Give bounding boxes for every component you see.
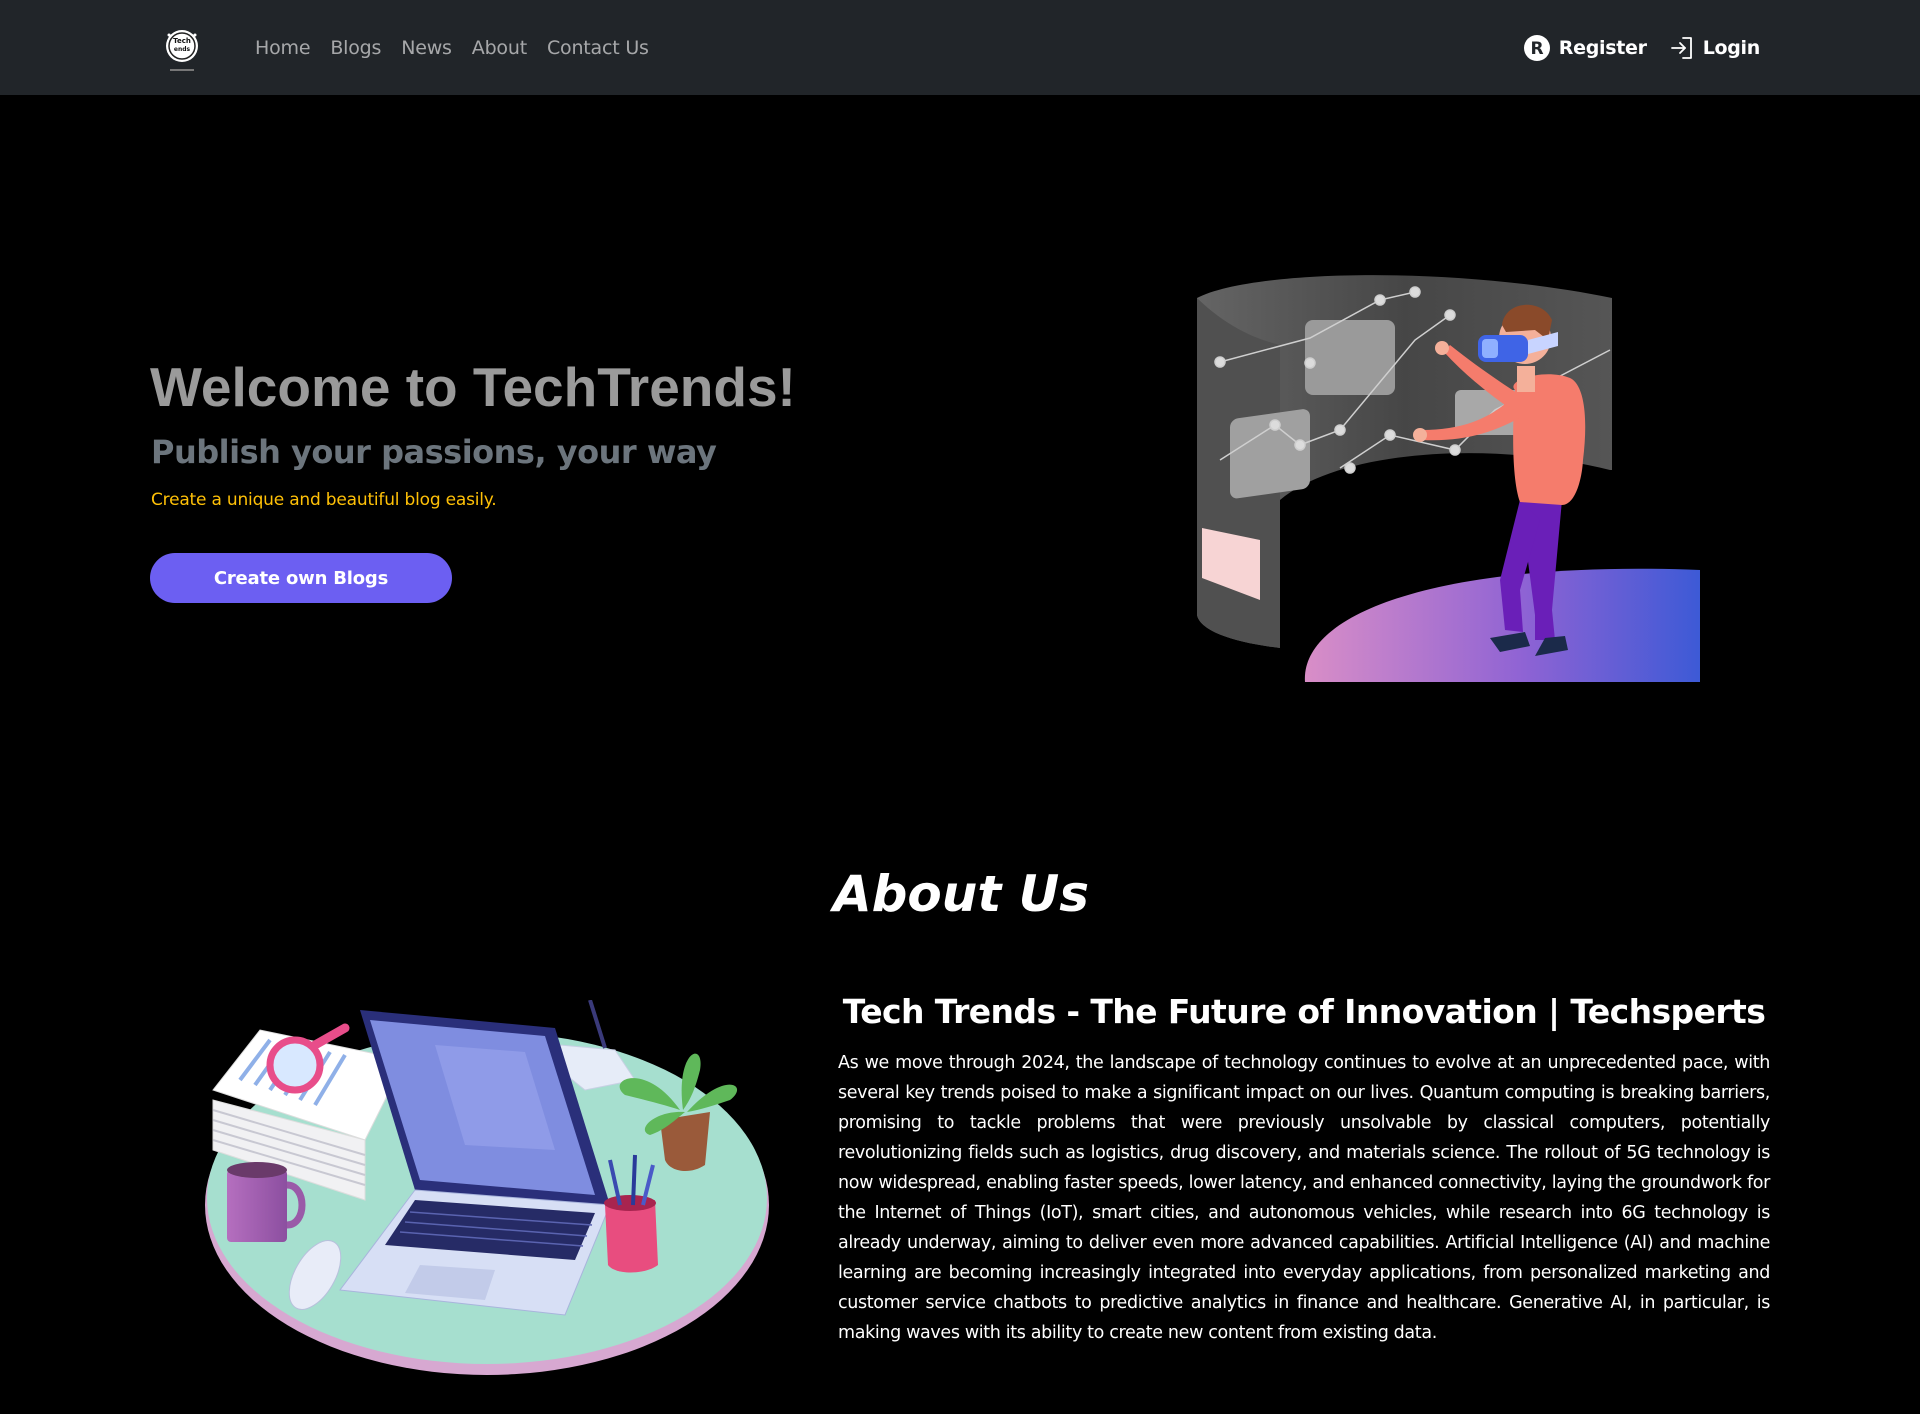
- login-arrow-icon: [1670, 36, 1692, 59]
- laptop-desk-illustration: [205, 1000, 769, 1375]
- nav-link-news[interactable]: News: [401, 37, 452, 59]
- register-r-icon: R: [1523, 34, 1550, 61]
- vr-person-illustration: [1197, 275, 1700, 682]
- register-label: Register: [1558, 36, 1647, 59]
- hero-subtitle: Publish your passions, your way: [151, 433, 717, 471]
- nav-link-contact-us[interactable]: Contact Us: [547, 37, 649, 59]
- svg-text:R: R: [1530, 39, 1543, 59]
- about-heading: About Us: [832, 865, 1090, 923]
- login-label: Login: [1702, 36, 1761, 59]
- svg-text:Tech: Tech: [173, 37, 191, 45]
- nav-links: Home Blogs News About Contact Us: [255, 0, 649, 95]
- hero-title: Welcome to TechTrends!: [150, 356, 796, 418]
- navbar: Tech ends Home Blogs News About Contact …: [0, 0, 1920, 95]
- nav-link-home[interactable]: Home: [255, 37, 311, 59]
- nav-link-about[interactable]: About: [472, 37, 527, 59]
- nav-link-blogs[interactable]: Blogs: [330, 37, 381, 59]
- register-button[interactable]: R Register: [1523, 34, 1647, 62]
- about-title: Tech Trends - The Future of Innovation |…: [842, 992, 1766, 1031]
- about-body-text: As we move through 2024, the landscape o…: [838, 1053, 1770, 1343]
- svg-text:ends: ends: [174, 46, 191, 53]
- hero-tagline: Create a unique and beautiful blog easil…: [151, 490, 497, 510]
- nav-auth: R Register Login: [1523, 0, 1760, 95]
- logo-icon[interactable]: Tech ends: [163, 27, 201, 75]
- create-own-blogs-button[interactable]: Create own Blogs: [150, 553, 452, 603]
- login-button[interactable]: Login: [1669, 35, 1760, 61]
